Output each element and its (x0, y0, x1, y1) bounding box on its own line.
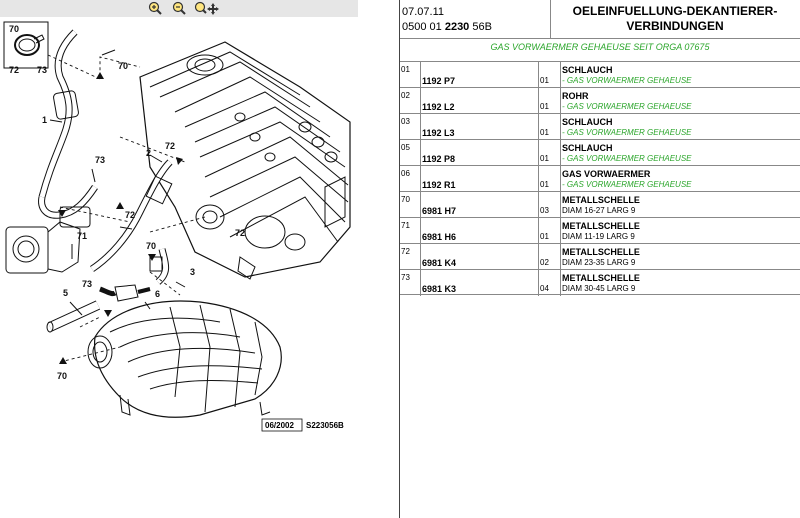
zoom-out-icon[interactable] (171, 1, 187, 16)
part-number: 6981 H6 (422, 232, 457, 242)
table-row[interactable]: 06 1192 R1 01 GAS VORWAERMER - GAS VORWAERME… (400, 165, 800, 192)
title-line-1: OELEINFUELLUNG-DEKANTIERER- (572, 4, 778, 18)
drawing-code: S223056B (306, 421, 344, 430)
part-number: 1192 L2 (422, 102, 455, 112)
part-description: DIAM 23-35 LARG 9 (562, 258, 636, 267)
callout-2: 2 (146, 148, 151, 158)
part-name: METALLSCHELLE (562, 195, 640, 205)
part-description: DIAM 16-27 LARG 9 (562, 206, 636, 215)
item-number: 06 (401, 169, 410, 178)
ref-prefix: 0500 01 (402, 21, 442, 33)
part-description: DIAM 30-45 LARG 9 (562, 284, 636, 293)
parts-header: 07.07.11 0500 01 2230 56B OELEINFUELLUNG… (400, 0, 800, 38)
title-line-2: VERBINDUNGEN (626, 19, 724, 33)
part-name: METALLSCHELLE (562, 247, 640, 257)
callout-6: 6 (155, 289, 160, 299)
zoom-pan-icon[interactable] (193, 1, 221, 16)
table-row[interactable]: 05 1192 P8 01 SCHLAUCH - GAS VORWAERMER GEHA… (400, 139, 800, 166)
callout-73-mid: 73 (95, 155, 105, 165)
parts-list-panel: 07.07.11 0500 01 2230 56B OELEINFUELLUNG… (400, 0, 800, 518)
callout-3: 3 (190, 267, 195, 277)
group-subtitle: GAS VORWAERMER GEHAEUSE SEIT ORGA 07675 (490, 42, 710, 52)
item-number: 70 (401, 195, 410, 204)
catalog-date: 07.07.11 (402, 6, 445, 18)
callout-5: 5 (63, 288, 68, 298)
table-row[interactable]: 02 1192 L2 01 ROHR - GAS VORWAERMER GEHAEUSE (400, 87, 800, 114)
callout-73-inset: 73 (37, 65, 47, 75)
part-name: SCHLAUCH (562, 143, 613, 153)
quantity: 03 (540, 206, 549, 215)
table-row[interactable]: 01 1192 P7 01 SCHLAUCH - GAS VORWAERMER GEHA… (400, 61, 800, 88)
part-description: - GAS VORWAERMER GEHAEUSE (562, 180, 692, 189)
header-divider (550, 0, 551, 38)
callout-72-inset: 72 (9, 65, 19, 75)
ref-suffix: 56B (472, 21, 492, 33)
part-number: 1192 P7 (422, 76, 456, 86)
quantity: 04 (540, 284, 549, 293)
quantity: 01 (540, 76, 549, 85)
part-number: 1192 L3 (422, 128, 455, 138)
quantity: 01 (540, 180, 549, 189)
callout-70-lower: 70 (57, 371, 67, 381)
ref-bold: 2230 (444, 21, 470, 33)
col-divider-part (538, 61, 539, 296)
part-name: METALLSCHELLE (562, 221, 640, 231)
item-number: 03 (401, 117, 410, 126)
part-description: DIAM 11-19 LARG 9 (562, 232, 635, 241)
date-stamp: 06/2002 (265, 421, 294, 430)
col-divider-no (420, 61, 421, 296)
table-row[interactable]: 71 6981 H6 01 METALLSCHELLE DIAM 11-19 LARG … (400, 217, 800, 244)
item-number: 72 (401, 247, 410, 256)
part-description: - GAS VORWAERMER GEHAEUSE (562, 76, 692, 85)
table-row[interactable]: 72 6981 K4 02 METALLSCHELLE DIAM 23-35 LARG … (400, 243, 800, 270)
part-name: GAS VORWAERMER (562, 169, 651, 179)
callout-72-upper: 72 (165, 141, 175, 151)
part-number: 1192 P8 (422, 154, 456, 164)
quantity: 01 (540, 128, 549, 137)
part-name: ROHR (562, 91, 589, 101)
quantity: 01 (540, 232, 549, 241)
callout-70-inset: 70 (9, 24, 19, 34)
item-number: 05 (401, 143, 410, 152)
item-number: 73 (401, 273, 410, 282)
part-description: - GAS VORWAERMER GEHAEUSE (562, 128, 692, 137)
part-number: 6981 H7 (422, 206, 457, 216)
table-bottom (400, 294, 800, 295)
col-divider-qty (560, 61, 561, 296)
part-number: 6981 K4 (422, 258, 457, 268)
item-number: 71 (401, 221, 410, 230)
catalog-ref: 0500 01 2230 56B (402, 21, 492, 33)
part-name: SCHLAUCH (562, 65, 613, 75)
quantity: 01 (540, 154, 549, 163)
table-row[interactable]: 03 1192 L3 01 SCHLAUCH - GAS VORWAERMER GEHA… (400, 113, 800, 140)
table-row[interactable]: 73 6981 K3 04 METALLSCHELLE DIAM 30-45 LARG … (400, 269, 800, 296)
callout-72-mid: 72 (125, 210, 135, 220)
callout-70-mid: 70 (146, 241, 156, 251)
part-number: 1192 R1 (422, 180, 456, 190)
callout-71: 71 (77, 231, 87, 241)
part-description: - GAS VORWAERMER GEHAEUSE (562, 102, 692, 111)
part-description: - GAS VORWAERMER GEHAEUSE (562, 154, 692, 163)
diagram-panel: 70 72 73 1 2 72 73 72 70 71 3 5 73 6 70 … (0, 0, 398, 518)
callout-72-engine: 72 (235, 228, 245, 238)
exploded-parts-diagram: 70 72 73 1 2 72 73 72 70 71 3 5 73 6 70 … (3, 21, 351, 432)
item-number: 01 (401, 65, 410, 74)
part-name: SCHLAUCH (562, 117, 613, 127)
callout-70-upper: 70 (118, 61, 128, 71)
quantity: 01 (540, 102, 549, 111)
zoom-in-icon[interactable] (147, 1, 163, 16)
callout-73-lower: 73 (82, 279, 92, 289)
page-title: OELEINFUELLUNG-DEKANTIERER- VERBINDUNGEN (552, 4, 798, 34)
item-number: 02 (401, 91, 410, 100)
part-number: 6981 K3 (422, 284, 457, 294)
header-separator (400, 38, 800, 39)
part-name: METALLSCHELLE (562, 273, 640, 283)
diagram-toolbar (0, 0, 358, 17)
callout-1: 1 (42, 115, 47, 125)
table-row[interactable]: 70 6981 H7 03 METALLSCHELLE DIAM 16-27 LARG … (400, 191, 800, 218)
quantity: 02 (540, 258, 549, 267)
